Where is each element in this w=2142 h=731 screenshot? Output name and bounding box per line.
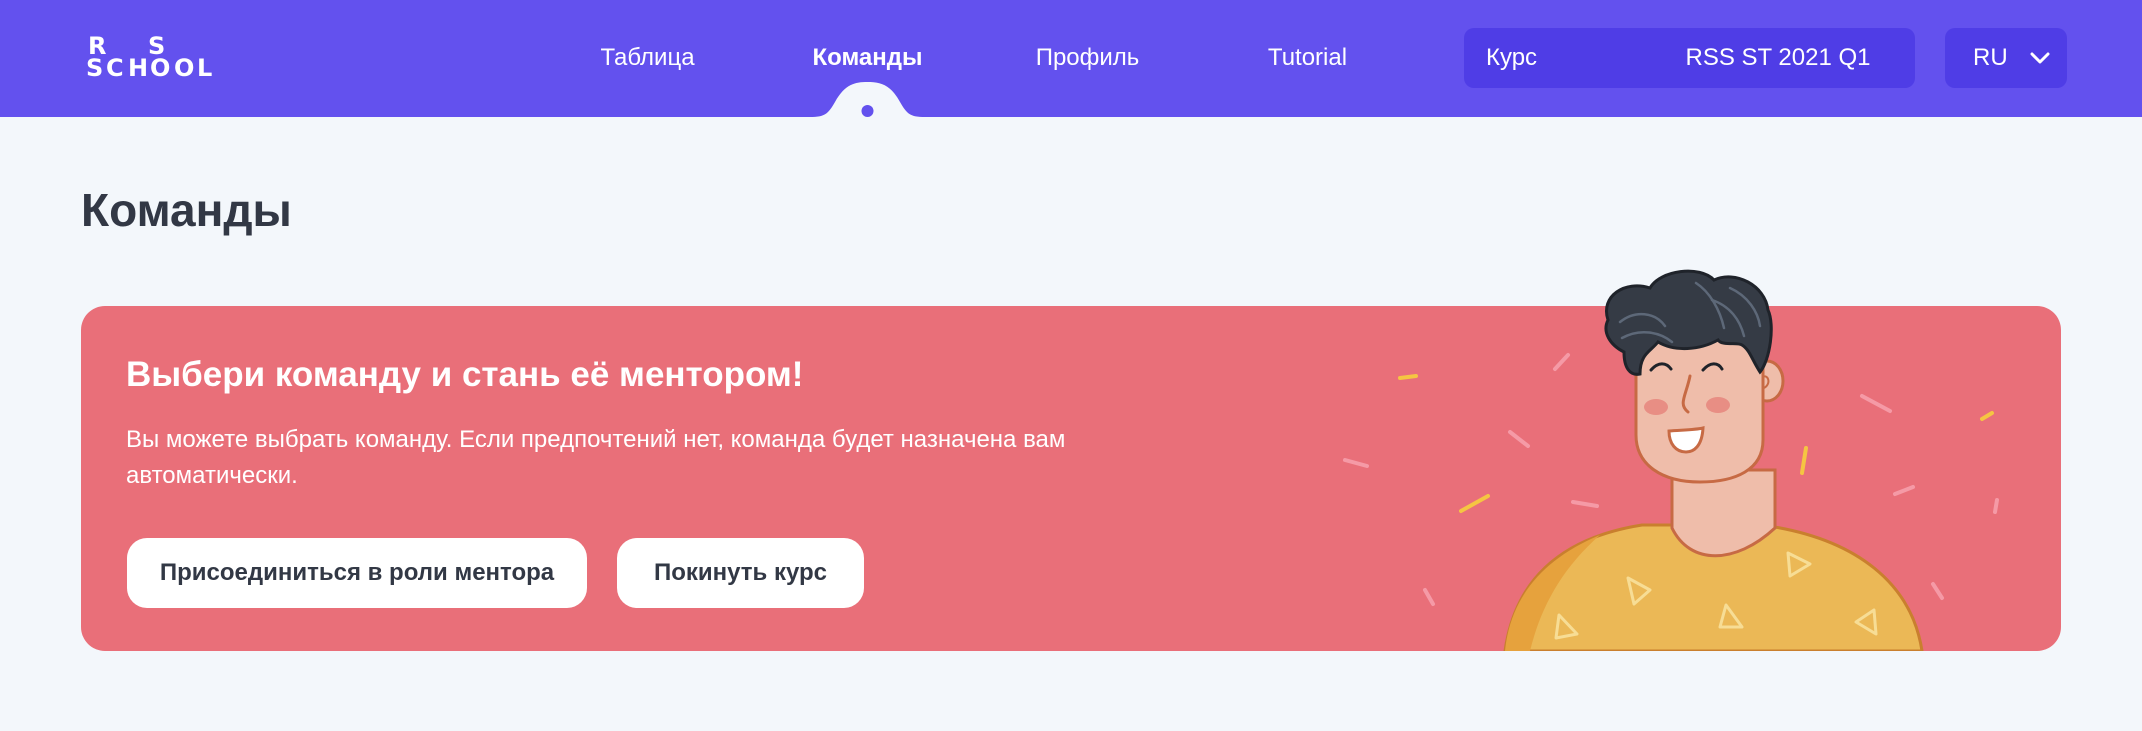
language-select[interactable]: RU [1945, 28, 2067, 88]
language-select-value: RU [1973, 44, 2008, 71]
top-navigation-bar: R S S C H O O L Таблица Команды Профиль … [0, 0, 2142, 117]
logo-letter: O [150, 54, 171, 82]
page-title: Команды [81, 184, 292, 236]
course-select-label: Курс [1486, 44, 1538, 71]
mentor-illustration [1343, 269, 1999, 651]
leave-course-button[interactable]: Покинуть курс [617, 538, 864, 608]
rs-school-logo[interactable]: R S S C H O O L [86, 34, 216, 84]
logo-letter: S [86, 54, 104, 82]
chevron-down-icon [2030, 52, 2050, 64]
banner-description: Вы можете выбрать команду. Если предпочт… [126, 426, 1066, 489]
logo-letter: O [174, 54, 195, 82]
banner-title: Выбери команду и стань её ментором! [126, 355, 804, 394]
nav-item-tutorial[interactable]: Tutorial [1250, 40, 1365, 76]
nav-item-profile[interactable]: Профиль [1025, 40, 1150, 76]
active-tab-indicator [810, 82, 925, 117]
nav-item-teams[interactable]: Команды [800, 40, 935, 76]
logo-letter: L [197, 54, 213, 82]
nav-item-table[interactable]: Таблица [585, 40, 710, 76]
logo-line-2: S C H O O L [86, 56, 216, 82]
join-as-mentor-button[interactable]: Присоединиться в роли ментора [127, 538, 587, 608]
logo-letter: H [128, 54, 149, 82]
logo-letter: C [106, 54, 124, 82]
course-select-value: RSS ST 2021 Q1 [1685, 44, 1871, 71]
course-select[interactable]: Курс RSS ST 2021 Q1 [1464, 28, 1915, 88]
person-body [1503, 468, 1924, 651]
